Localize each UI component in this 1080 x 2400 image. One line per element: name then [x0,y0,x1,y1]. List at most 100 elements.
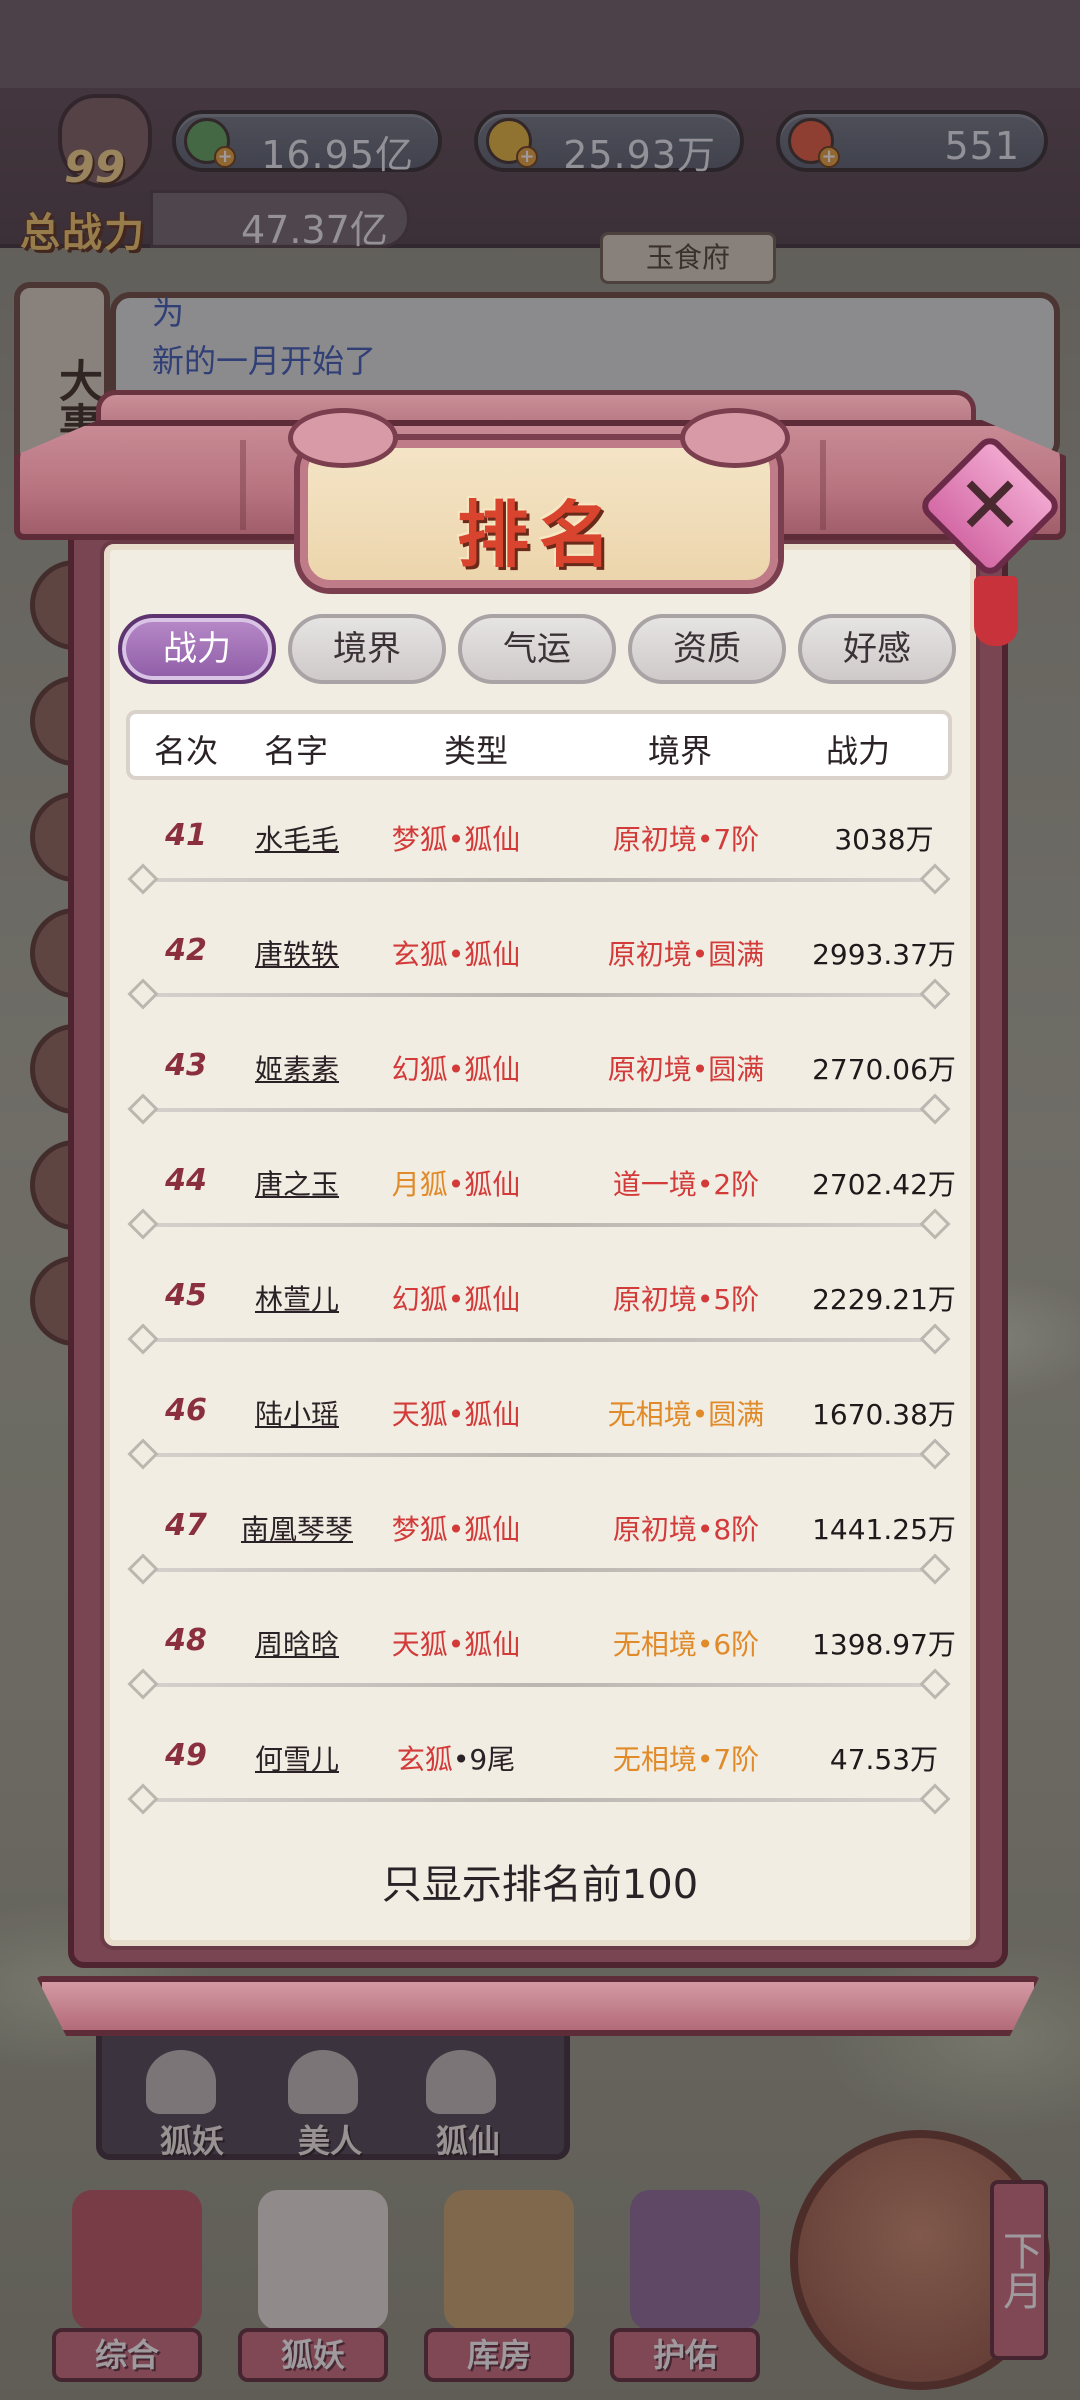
table-row[interactable]: 41 水毛毛 梦狐•狐仙 原初境•7阶 3038万 [126,780,952,895]
modal-base-beam [36,1976,1040,2036]
rank-number: 44 [165,1163,207,1198]
power-cell: 47.53万 [829,1743,939,1776]
divider-cap [919,863,951,895]
divider-cap [919,1783,951,1815]
table-row[interactable]: 44 唐之玉 月狐•狐仙 道一境•2阶 2702.42万 [126,1125,956,1240]
type-cell: 天狐•狐仙 [346,1623,566,1663]
divider-cap [127,1093,159,1125]
fox-rank-type: •狐仙 [447,1053,521,1086]
rank-number: 43 [165,1048,207,1083]
footer-note: 只显示排名前100 [381,1862,699,1908]
row-divider [144,1338,934,1342]
rank-number: 45 [165,1278,207,1313]
power-cell: 1670.38万 [812,1398,956,1431]
realm-cell: 道一境•2阶 [612,1168,760,1201]
realm-cell: 原初境•圆满 [607,1053,765,1086]
divider-cap [127,978,159,1010]
row-divider [144,1223,934,1227]
ranking-list: 41 水毛毛 梦狐•狐仙 原初境•7阶 3038万 42 唐轶轶 玄狐•狐仙 原初境•圆满 299… [126,780,956,1815]
table-row[interactable]: 48 周晗晗 天狐•狐仙 无相境•6阶 1398.97万 [126,1585,956,1700]
power-cell: 3038万 [834,823,934,856]
type-cell: 玄狐•9尾 [346,1738,566,1778]
power-cell: 1398.97万 [812,1628,956,1661]
fox-rank-type: •狐仙 [447,938,521,971]
fox-rank-type: •狐仙 [447,1283,521,1316]
realm-cell: 无相境•圆满 [607,1398,765,1431]
divider-cap [127,1323,159,1355]
tab-realm[interactable]: 境界 [288,614,446,684]
row-divider [144,1798,934,1802]
rank-number: 46 [165,1393,207,1428]
type-cell: 幻狐•狐仙 [346,1278,566,1318]
type-cell: 玄狐•狐仙 [346,933,566,973]
table-row[interactable]: 42 唐轶轶 玄狐•狐仙 原初境•圆满 2993.37万 [126,895,956,1010]
tab-combat-power[interactable]: 战力 [118,614,276,684]
rank-number: 41 [165,818,207,853]
rank-number: 47 [165,1508,207,1543]
fox-type: 天狐 [391,1628,448,1661]
fox-rank-type: •狐仙 [447,823,521,856]
close-icon[interactable]: ✕ [946,462,1034,550]
fox-type: 梦狐 [391,1513,448,1546]
divider-cap [919,1323,951,1355]
divider-cap [919,1208,951,1240]
column-header-rank: 名次 [154,732,219,770]
divider-cap [127,1438,159,1470]
type-cell: 梦狐•狐仙 [346,1508,566,1548]
power-cell: 2993.37万 [812,938,956,971]
realm-cell: 原初境•8阶 [612,1513,760,1546]
divider-cap [127,1668,159,1700]
realm-cell: 原初境•7阶 [612,823,760,856]
divider-cap [127,1208,159,1240]
row-divider [144,1568,934,1572]
realm-cell: 原初境•圆满 [607,938,765,971]
power-cell: 2770.06万 [812,1053,956,1086]
type-cell: 月狐•狐仙 [346,1163,566,1203]
realm-cell: 无相境•6阶 [612,1628,760,1661]
realm-cell: 原初境•5阶 [612,1283,760,1316]
fox-rank-type: •狐仙 [447,1628,521,1661]
row-divider [144,1108,934,1112]
tab-aptitude[interactable]: 资质 [628,614,786,684]
tassel-icon [974,576,1018,646]
cloud-curl-icon [680,408,790,468]
modal-title: 排名 [456,492,621,577]
fox-type: 梦狐 [391,823,448,856]
divider-cap [919,1093,951,1125]
divider-cap [127,1553,159,1585]
column-header-type: 类型 [444,732,509,770]
column-header-name: 名字 [264,732,329,770]
power-cell: 1441.25万 [812,1513,956,1546]
type-cell: 幻狐•狐仙 [346,1048,566,1088]
ranking-tabs: 战力 境界 气运 资质 好感 [118,614,960,686]
divider-cap [919,1668,951,1700]
power-cell: 2702.42万 [812,1168,956,1201]
fox-rank-type: •狐仙 [447,1398,521,1431]
table-row[interactable]: 49 何雪儿 玄狐•9尾 无相境•7阶 47.53万 [126,1700,952,1815]
cloud-curl-icon [288,408,398,468]
row-divider [144,878,934,882]
tab-affection[interactable]: 好感 [798,614,956,684]
tab-fortune[interactable]: 气运 [458,614,616,684]
divider-cap [127,863,159,895]
fox-type: 天狐 [391,1398,448,1431]
type-cell: 天狐•狐仙 [346,1393,566,1433]
rank-number: 48 [165,1623,207,1658]
divider-cap [919,1553,951,1585]
column-header-power: 战力 [826,732,891,770]
table-row[interactable]: 47 南凰琴琴 梦狐•狐仙 原初境•8阶 1441.25万 [126,1470,956,1585]
fox-type: 幻狐 [391,1053,448,1086]
roof-stripe [240,440,246,530]
rank-number: 42 [165,933,207,968]
fox-type: 玄狐 [396,1743,453,1776]
column-header-realm: 境界 [648,732,713,770]
realm-cell: 无相境•7阶 [612,1743,760,1776]
row-divider [144,1683,934,1687]
fox-type: 玄狐 [391,938,448,971]
table-row[interactable]: 46 陆小瑶 天狐•狐仙 无相境•圆满 1670.38万 [126,1355,956,1470]
divider-cap [919,978,951,1010]
table-row[interactable]: 45 林萱儿 幻狐•狐仙 原初境•5阶 2229.21万 [126,1240,956,1355]
table-row[interactable]: 43 姬素素 幻狐•狐仙 原初境•圆满 2770.06万 [126,1010,956,1125]
fox-rank-type: •狐仙 [447,1168,521,1201]
rank-number: 49 [165,1738,207,1773]
